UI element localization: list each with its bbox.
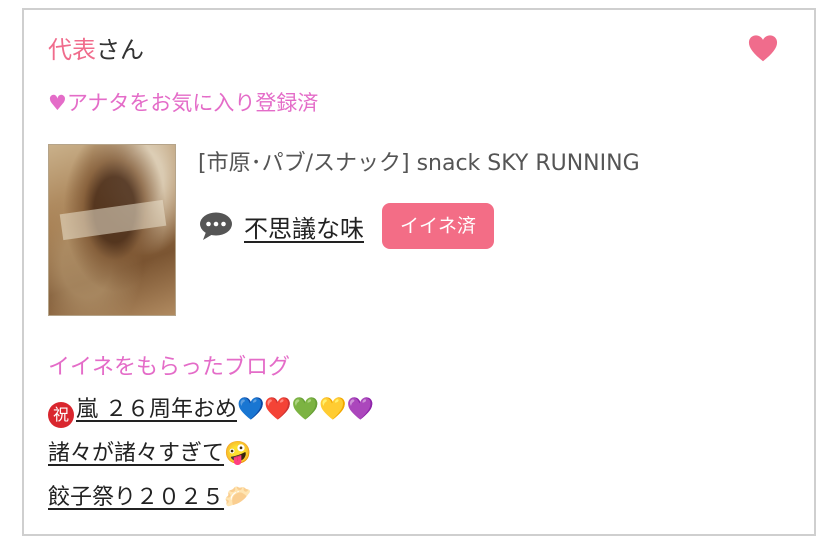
- thumbnail-packaging: [59, 199, 167, 241]
- zany-face-emoji: 🤪: [224, 441, 252, 466]
- comment-link[interactable]: 不思議な味: [244, 209, 364, 244]
- post-thumbnail[interactable]: [48, 144, 176, 316]
- liked-blog-list: 祝嵐 ２６周年おめ💙❤️💚💛💜 諸々が諸々すぎて🤪 餃子祭り２０２５🥟: [48, 396, 374, 528]
- blog-link-2[interactable]: 諸々が諸々すぎて🤪: [48, 440, 374, 484]
- blog-link-3[interactable]: 餃子祭り２０２５🥟: [48, 484, 374, 528]
- favorite-status: ♥アナタをお気に入り登録済: [48, 91, 319, 115]
- shop-name: [市原･パブ/スナック] snack SKY RUNNING: [198, 151, 640, 176]
- comment-row: 不思議な味 イイネ済: [198, 203, 495, 249]
- blog-title: 諸々が諸々すぎて: [48, 441, 225, 466]
- liked-blogs-heading: イイネをもらったブログ: [48, 355, 291, 380]
- user-name[interactable]: 代表: [48, 36, 96, 64]
- heart-icon[interactable]: [748, 34, 778, 64]
- user-name-row: 代表さん: [48, 36, 144, 64]
- speech-bubble-icon: [200, 212, 232, 240]
- user-name-suffix: さん: [96, 36, 144, 64]
- dumpling-emoji: 🥟: [224, 485, 252, 510]
- blog-title: 嵐 ２６周年おめ: [76, 397, 237, 422]
- blog-link-1[interactable]: 祝嵐 ２６周年おめ💙❤️💚💛💜: [48, 396, 374, 440]
- hearts-emoji: 💙❤️💚💛💜: [237, 397, 374, 422]
- celebration-icon: 祝: [48, 402, 74, 428]
- blog-title: 餃子祭り２０２５: [48, 485, 225, 510]
- like-button[interactable]: イイネ済: [382, 203, 495, 249]
- favorite-user-card: 代表さん ♥アナタをお気に入り登録済 [市原･パブ/スナック] snack SK…: [22, 8, 816, 536]
